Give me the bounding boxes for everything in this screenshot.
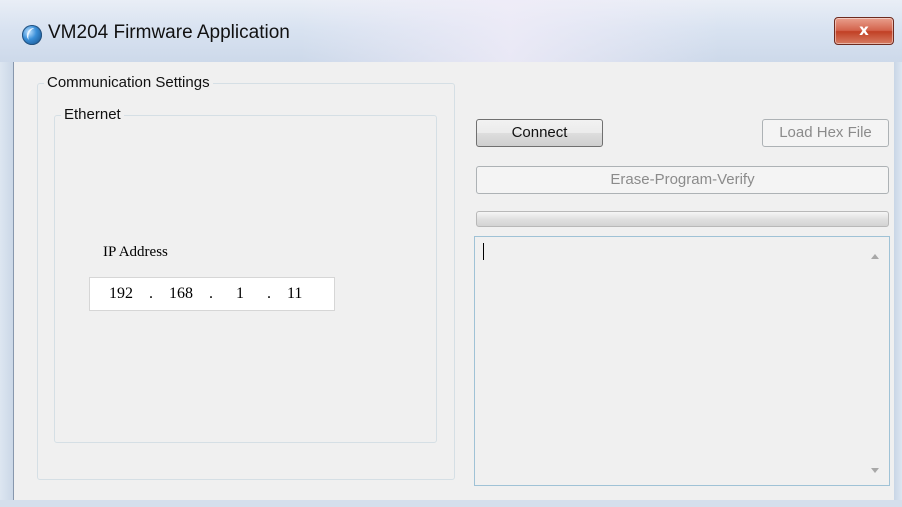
log-textbox[interactable] (474, 236, 890, 486)
window-frame-bottom (0, 500, 902, 507)
scroll-up-arrow-icon[interactable] (871, 254, 879, 259)
window-frame-left (0, 62, 14, 507)
ip-octet-2[interactable]: 168 (169, 285, 193, 303)
window-title: VM204 Firmware Application (48, 22, 290, 43)
ip-octet-3[interactable]: 1 (236, 285, 244, 303)
connect-button[interactable]: Connect (476, 119, 603, 147)
ip-address-label: IP Address (103, 244, 168, 260)
erase-program-verify-button[interactable]: Erase-Program-Verify (476, 166, 889, 194)
load-hex-file-button[interactable]: Load Hex File (762, 119, 889, 147)
ip-separator: . (209, 285, 213, 302)
progress-bar (476, 211, 889, 227)
ip-octet-4[interactable]: 11 (287, 285, 302, 303)
title-bar[interactable]: VM204 Firmware Application x (0, 0, 902, 62)
ip-separator: . (149, 285, 153, 302)
ip-octet-1[interactable]: 192 (109, 285, 133, 303)
app-window: VM204 Firmware Application x Communicati… (0, 0, 902, 507)
communication-settings-label: Communication Settings (44, 74, 213, 91)
ip-separator: . (267, 285, 271, 302)
ip-address-field[interactable]: 192 . 168 . 1 . 11 (89, 277, 335, 311)
text-caret (483, 243, 484, 260)
window-frame-right (894, 62, 902, 507)
ethernet-label: Ethernet (61, 106, 124, 123)
app-globe-icon (22, 25, 42, 45)
close-button[interactable]: x (834, 17, 894, 45)
scroll-down-arrow-icon[interactable] (871, 468, 879, 473)
